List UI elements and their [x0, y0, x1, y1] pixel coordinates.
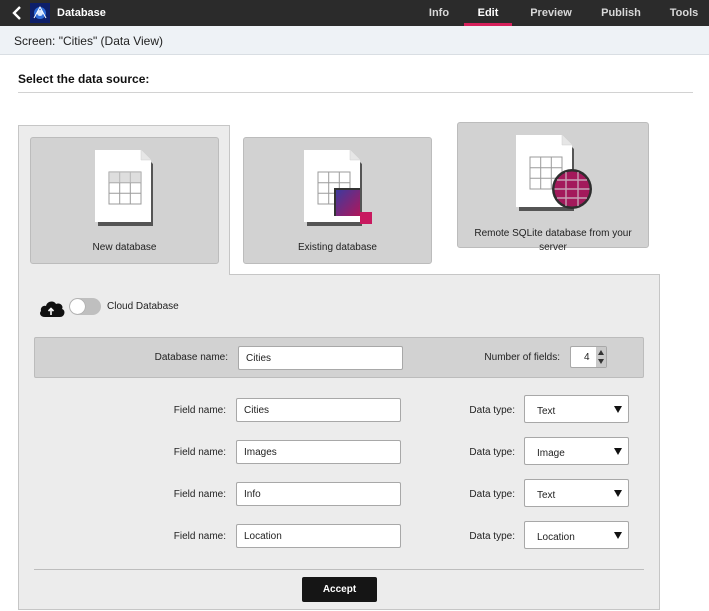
source-card-remote-sqlite[interactable]: Remote SQLite database from your server	[457, 122, 649, 253]
database-name-input[interactable]	[238, 346, 403, 370]
data-type-select-4[interactable]: Location	[524, 521, 629, 549]
back-arrow-icon[interactable]	[10, 4, 24, 22]
number-of-fields-stepper[interactable]: 4	[570, 346, 607, 368]
field-name-input-2[interactable]	[236, 440, 401, 464]
database-name-label: Database name:	[154, 352, 228, 363]
panel-top-border	[229, 274, 660, 275]
data-type-label: Data type:	[469, 405, 515, 416]
nav-tab-preview[interactable]: Preview	[522, 0, 580, 26]
nav-tab-edit[interactable]: Edit	[464, 0, 512, 26]
accept-button[interactable]: Accept	[302, 577, 377, 602]
screen-title: Screen: "Cities" (Data View)	[0, 26, 709, 55]
chevron-down-icon	[614, 532, 622, 539]
chevron-down-icon	[614, 448, 622, 455]
field-name-label: Field name:	[173, 405, 226, 416]
source-card-label: Remote SQLite database from your server	[474, 228, 632, 253]
footer-divider	[34, 569, 644, 570]
field-name-label: Field name:	[173, 447, 226, 458]
section-title: Select the data source:	[18, 72, 150, 86]
section-divider	[18, 92, 693, 93]
data-type-value: Text	[537, 490, 556, 501]
app-logo-icon	[30, 3, 50, 23]
source-card-label: Existing database	[298, 242, 377, 253]
toggle-knob	[70, 299, 85, 314]
stepper-arrows[interactable]	[596, 347, 606, 367]
data-type-label: Data type:	[469, 447, 515, 458]
chevron-down-icon	[614, 406, 622, 413]
nav-tab-info[interactable]: Info	[418, 0, 460, 26]
data-type-select-2[interactable]: Image	[524, 437, 629, 465]
field-name-input-3[interactable]	[236, 482, 401, 506]
source-card-existing-database[interactable]: Existing database	[243, 137, 432, 264]
top-bar: Database Info Edit Preview Publish Tools	[0, 0, 709, 26]
data-type-select-1[interactable]: Text	[524, 395, 629, 423]
app-title: Database	[57, 7, 106, 19]
source-card-new-database[interactable]: New database	[30, 137, 219, 264]
source-card-label: New database	[92, 242, 157, 253]
field-name-label: Field name:	[173, 489, 226, 500]
cloud-database-label: Cloud Database	[107, 301, 179, 312]
data-type-value: Image	[537, 448, 565, 459]
existing-database-icon	[304, 150, 372, 226]
data-type-label: Data type:	[469, 531, 515, 542]
number-of-fields-value: 4	[584, 352, 590, 363]
nav-tab-tools[interactable]: Tools	[664, 0, 704, 26]
data-type-label: Data type:	[469, 489, 515, 500]
field-name-input-1[interactable]	[236, 398, 401, 422]
cloud-upload-icon	[40, 301, 65, 317]
field-name-input-4[interactable]	[236, 524, 401, 548]
chevron-down-icon	[614, 490, 622, 497]
remote-database-icon	[516, 135, 592, 211]
field-name-label: Field name:	[173, 531, 226, 542]
data-type-value: Location	[537, 532, 575, 543]
data-type-value: Text	[537, 406, 556, 417]
data-type-select-3[interactable]: Text	[524, 479, 629, 507]
nav-tab-publish[interactable]: Publish	[594, 0, 648, 26]
number-of-fields-label: Number of fields:	[484, 352, 560, 363]
stepper-down-icon[interactable]	[598, 359, 604, 364]
cloud-database-toggle[interactable]	[69, 298, 101, 315]
new-database-icon	[95, 150, 153, 226]
stepper-up-icon[interactable]	[598, 350, 604, 355]
